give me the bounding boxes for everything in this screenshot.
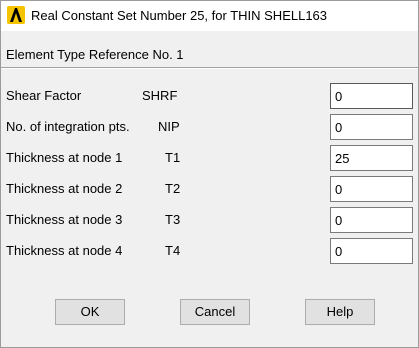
field-label-shrf: Shear Factor <box>6 88 82 103</box>
help-button[interactable]: Help <box>305 299 375 325</box>
element-type-reference: Element Type Reference No. 1 <box>1 43 418 67</box>
shrf-input[interactable] <box>330 83 413 109</box>
field-label-t3: Thickness at node 3 <box>6 212 123 227</box>
real-constant-dialog: Real Constant Set Number 25, for THIN SH… <box>0 0 419 348</box>
field-code-t2: T2 <box>165 181 181 196</box>
t3-input[interactable] <box>330 207 413 233</box>
field-code-t3: T3 <box>165 212 181 227</box>
nip-input[interactable] <box>330 114 413 140</box>
field-row-nip: No. of integration pts. NIP <box>1 114 418 140</box>
field-row-shrf: Shear Factor SHRF <box>1 83 418 109</box>
field-code-t1: T1 <box>165 150 181 165</box>
field-code-shrf: SHRF <box>142 88 178 103</box>
field-row-t4: Thickness at node 4 T4 <box>1 238 418 264</box>
field-label-t1: Thickness at node 1 <box>6 150 123 165</box>
field-code-t4: T4 <box>165 243 181 258</box>
divider <box>1 67 418 69</box>
ok-button[interactable]: OK <box>55 299 125 325</box>
element-type-reference-label: Element Type Reference No. 1 <box>6 47 184 62</box>
field-code-nip: NIP <box>158 119 180 134</box>
field-row-t1: Thickness at node 1 T1 <box>1 145 418 171</box>
field-label-t2: Thickness at node 2 <box>6 181 123 196</box>
t2-input[interactable] <box>330 176 413 202</box>
window-title: Real Constant Set Number 25, for THIN SH… <box>31 8 328 23</box>
t1-input[interactable] <box>330 145 413 171</box>
field-label-t4: Thickness at node 4 <box>6 243 123 258</box>
field-row-t3: Thickness at node 3 T3 <box>1 207 418 233</box>
t4-input[interactable] <box>330 238 413 264</box>
ansys-logo-icon <box>7 6 25 24</box>
cancel-button[interactable]: Cancel <box>180 299 250 325</box>
field-row-t2: Thickness at node 2 T2 <box>1 176 418 202</box>
field-label-nip: No. of integration pts. <box>6 119 130 134</box>
title-bar[interactable]: Real Constant Set Number 25, for THIN SH… <box>1 1 418 31</box>
